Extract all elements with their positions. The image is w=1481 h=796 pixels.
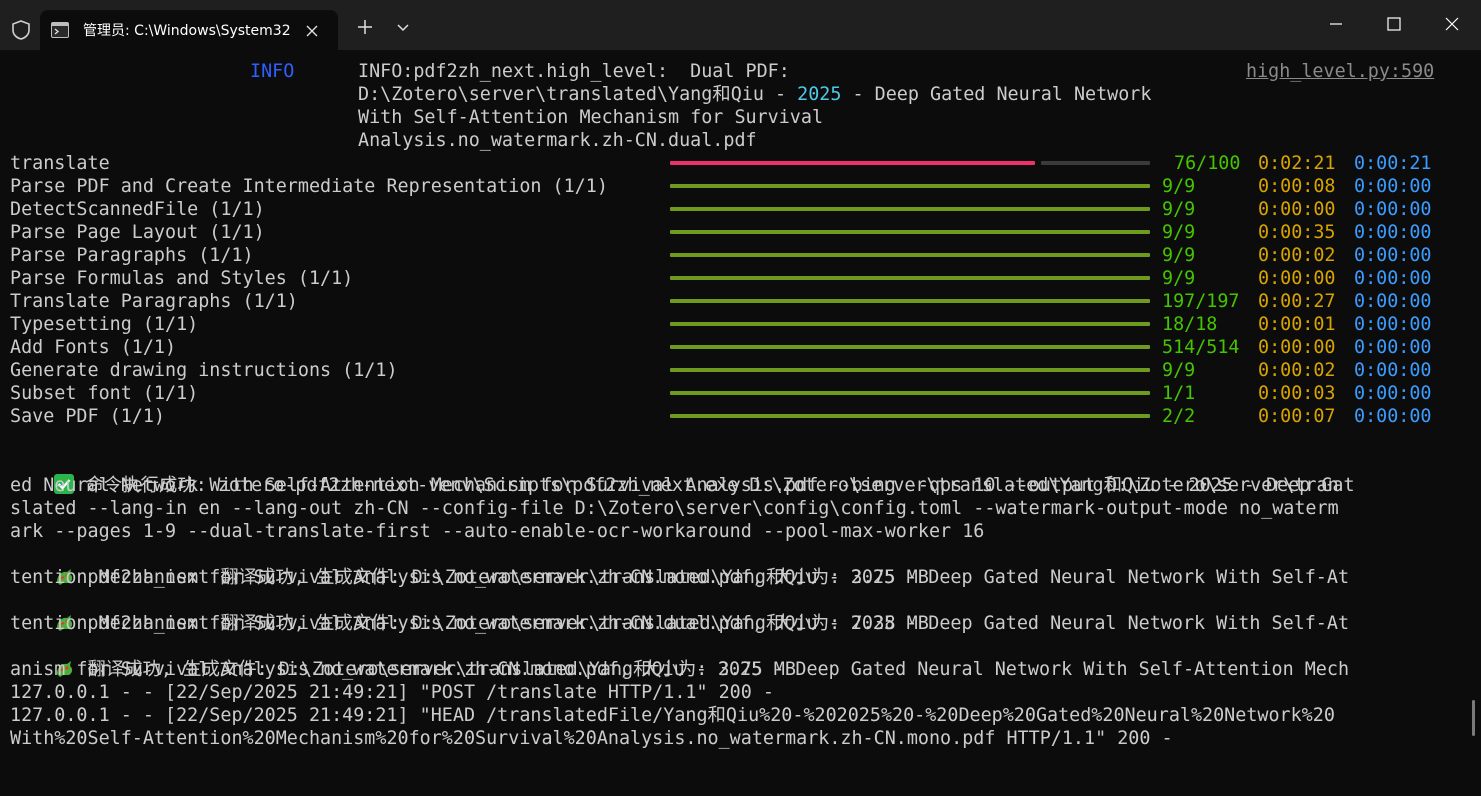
result-line: anism for Survival Analysis.no_watermark… xyxy=(10,659,796,680)
close-tab-icon[interactable] xyxy=(303,22,321,40)
elapsed-time: 0:00:01 xyxy=(1258,314,1336,335)
shield-icon xyxy=(12,20,30,40)
terminal-icon xyxy=(51,22,69,38)
minimize-button[interactable] xyxy=(1307,0,1365,48)
remaining-time: 0:00:00 xyxy=(1354,222,1432,243)
remaining-time: 0:00:00 xyxy=(1354,176,1432,197)
progress-count: 9/9 xyxy=(1162,176,1196,197)
cmd-success-line: 命令执行成功: zotero-pdf2zh-next-venv\Scripts\… xyxy=(10,451,1355,496)
remaining-time: 0:00:00 xyxy=(1354,383,1432,404)
elapsed-time: 0:02:21 xyxy=(1258,153,1336,174)
http-log-line: 127.0.0.1 - - [22/Sep/2025 21:49:21] "HE… xyxy=(10,705,1335,726)
elapsed-time: 0:00:08 xyxy=(1258,176,1336,197)
progress-count: 9/9 xyxy=(1162,360,1196,381)
tab-title: 管理员: C:\Windows\System32 xyxy=(83,23,291,39)
elapsed-time: 0:00:00 xyxy=(1258,268,1336,289)
progress-bar xyxy=(670,161,1035,165)
progress-bar xyxy=(670,299,1150,303)
progress-bar xyxy=(670,345,1150,349)
scrollbar-thumb[interactable] xyxy=(1472,700,1475,736)
result-line: pdf2zh_next 翻译成功, 生成文件: D:\Zotero\server… xyxy=(10,543,1349,588)
progress-count: 9/9 xyxy=(1162,245,1196,266)
progress-label: translate xyxy=(10,153,110,174)
progress-label: Add Fonts (1/1) xyxy=(10,337,177,358)
progress-bar xyxy=(670,253,1150,257)
progress-bar xyxy=(670,184,1150,188)
progress-count: 514/514 xyxy=(1162,337,1240,358)
progress-bar xyxy=(670,414,1150,418)
result-line: tention Mechanism for Survival Analysis.… xyxy=(10,613,929,634)
cmd-line: ed Neural Network With Self-Attention Me… xyxy=(10,475,1339,496)
progress-bar xyxy=(670,391,1150,395)
progress-count: 9/9 xyxy=(1162,222,1196,243)
progress-label: DetectScannedFile (1/1) xyxy=(10,199,265,220)
title-bar: 管理员: C:\Windows\System32 xyxy=(0,0,1481,50)
elapsed-time: 0:00:35 xyxy=(1258,222,1336,243)
log-line: D:\Zotero\server\translated\Yang和Qiu - 2… xyxy=(358,84,1152,105)
progress-bar xyxy=(670,230,1150,234)
elapsed-time: 0:00:02 xyxy=(1258,245,1336,266)
result-line: 翻译成功, 生成文件: D:\Zotero\server\translated\… xyxy=(10,635,1349,680)
maximize-icon xyxy=(1387,17,1401,31)
remaining-time: 0:00:00 xyxy=(1354,406,1432,427)
cmd-line: ark --pages 1-9 --dual-translate-first -… xyxy=(10,521,985,542)
elapsed-time: 0:00:00 xyxy=(1258,337,1336,358)
result-line: pdf2zh_next 翻译成功, 生成文件: D:\Zotero\server… xyxy=(10,589,1349,634)
elapsed-time: 0:00:02 xyxy=(1258,360,1336,381)
elapsed-time: 0:00:00 xyxy=(1258,199,1336,220)
terminal-tab[interactable]: 管理员: C:\Windows\System32 xyxy=(40,10,338,50)
close-icon xyxy=(1445,17,1459,31)
remaining-time: 0:00:21 xyxy=(1354,153,1432,174)
progress-bar xyxy=(670,276,1150,280)
progress-label: Translate Paragraphs (1/1) xyxy=(10,291,298,312)
progress-label: Typesetting (1/1) xyxy=(10,314,199,335)
progress-count: 1/1 xyxy=(1162,383,1196,404)
remaining-time: 0:00:00 xyxy=(1354,314,1432,335)
progress-count: 9/9 xyxy=(1162,199,1196,220)
progress-bar xyxy=(670,322,1150,326)
remaining-time: 0:00:00 xyxy=(1354,337,1432,358)
console-output[interactable]: INFO INFO:pdf2zh_next.high_level: Dual P… xyxy=(10,60,1462,756)
progress-label: Generate drawing instructions (1/1) xyxy=(10,360,398,381)
progress-count: 2/2 xyxy=(1162,406,1196,427)
remaining-time: 0:00:00 xyxy=(1354,268,1432,289)
progress-bar xyxy=(670,207,1150,211)
minimize-icon xyxy=(1330,23,1342,25)
progress-label: Parse Paragraphs (1/1) xyxy=(10,245,254,266)
plus-icon[interactable] xyxy=(352,14,378,40)
progress-count: 76/100 xyxy=(1174,153,1241,174)
progress-label: Save PDF (1/1) xyxy=(10,406,166,427)
progress-count: 18/18 xyxy=(1162,314,1218,335)
progress-bar-remaining xyxy=(1041,161,1150,165)
progress-label: Subset font (1/1) xyxy=(10,383,199,404)
remaining-time: 0:00:00 xyxy=(1354,291,1432,312)
progress-label: Parse Page Layout (1/1) xyxy=(10,222,265,243)
http-log-line: With%20Self-Attention%20Mechanism%20for%… xyxy=(10,728,1173,749)
log-line: With Self-Attention Mechanism for Surviv… xyxy=(358,107,824,128)
log-source: high_level.py:590 xyxy=(1246,61,1435,82)
remaining-time: 0:00:00 xyxy=(1354,199,1432,220)
log-line: INFO:pdf2zh_next.high_level: Dual PDF: xyxy=(358,61,790,82)
progress-label: Parse PDF and Create Intermediate Repres… xyxy=(10,176,608,197)
elapsed-time: 0:00:27 xyxy=(1258,291,1336,312)
remaining-time: 0:00:00 xyxy=(1354,360,1432,381)
maximize-button[interactable] xyxy=(1365,0,1423,48)
result-line: tention Mechanism for Survival Analysis.… xyxy=(10,567,929,588)
elapsed-time: 0:00:03 xyxy=(1258,383,1336,404)
remaining-time: 0:00:00 xyxy=(1354,245,1432,266)
progress-label: Parse Formulas and Styles (1/1) xyxy=(10,268,354,289)
progress-count: 197/197 xyxy=(1162,291,1240,312)
cmd-line: slated --lang-in en --lang-out zh-CN --c… xyxy=(10,498,1339,519)
progress-count: 9/9 xyxy=(1162,268,1196,289)
chevron-down-icon[interactable] xyxy=(390,14,416,40)
log-level: INFO xyxy=(250,61,295,82)
http-log-line: 127.0.0.1 - - [22/Sep/2025 21:49:21] "PO… xyxy=(10,682,774,703)
close-window-button[interactable] xyxy=(1423,0,1481,48)
log-line: Analysis.no_watermark.zh-CN.dual.pdf xyxy=(358,130,757,151)
elapsed-time: 0:00:07 xyxy=(1258,406,1336,427)
progress-bar xyxy=(670,368,1150,372)
